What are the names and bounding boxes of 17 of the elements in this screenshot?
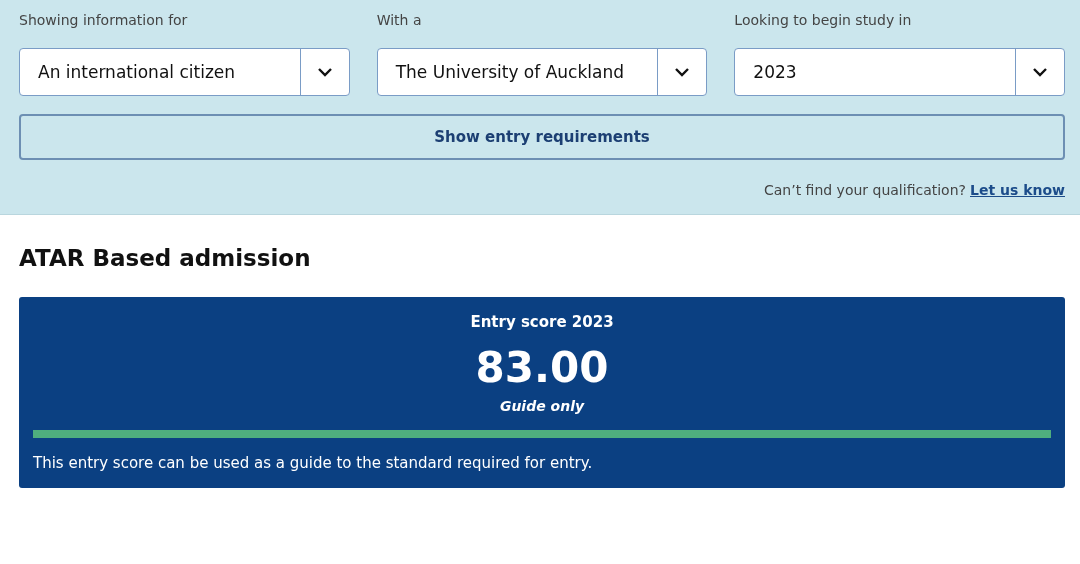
chevron-icon	[1032, 67, 1048, 77]
score-value: 83.00	[474, 343, 610, 392]
show-requirements-button[interactable]: Show entry requirements	[19, 114, 1065, 160]
chevron-icon	[674, 67, 691, 77]
dropdown-field[interactable]: The University of Auckland	[376, 48, 708, 96]
help-text: Can’t find your qualification?	[763, 182, 966, 198]
field-label: Showing information for	[19, 12, 189, 30]
score-title: Entry score 2023	[469, 313, 615, 331]
score-description: This entry score can be used as a guide to the standard required for entry.	[33, 454, 594, 472]
let-us-know-link[interactable]: Let us know	[970, 182, 1065, 198]
chevron-icon	[316, 67, 333, 77]
dropdown-field[interactable]: An international citizen	[19, 48, 350, 96]
dropdown-field[interactable]: 2023	[734, 48, 1065, 96]
guide-note: Guide only	[498, 398, 586, 414]
field-label: With a	[376, 12, 423, 30]
section-title: ATAR Based admission	[19, 245, 312, 271]
field-label: Looking to begin study in	[734, 12, 913, 30]
